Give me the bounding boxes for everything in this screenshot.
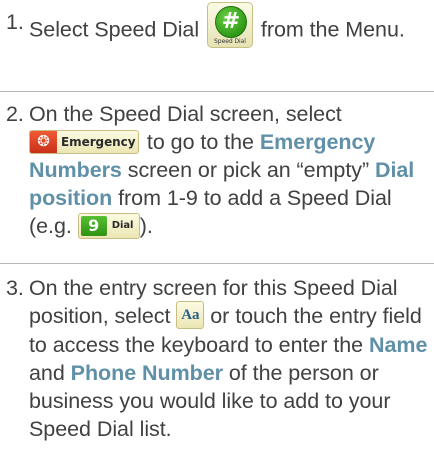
divider xyxy=(0,91,434,92)
speed-dial-icon: # Speed Dial xyxy=(206,2,253,48)
keyboard-aa-icon: Aa xyxy=(176,301,205,330)
emphasis: Name xyxy=(369,333,428,358)
step-text-segment: ). xyxy=(139,214,153,238)
step-3: 3. On the entry screen for this Speed Di… xyxy=(6,274,432,443)
emergency-icon: ❂ Emergency xyxy=(29,130,139,155)
step-text: On the Speed Dial screen, select ❂ Emerge… xyxy=(6,100,432,240)
emphasis: Phone Number xyxy=(70,361,223,386)
dial-label: Dial xyxy=(111,220,134,232)
emergency-label: Emergency xyxy=(61,135,136,150)
step-text: Select Speed Dial # Speed Dial from the M… xyxy=(6,2,432,54)
divider xyxy=(0,263,434,264)
step-text-segment: On the Speed Dial screen, select xyxy=(29,102,342,126)
step-text-segment: to go to the xyxy=(141,130,260,154)
flame-icon: ❂ xyxy=(30,131,57,154)
hash-icon: # xyxy=(214,6,247,38)
step-number: 3. xyxy=(6,276,24,300)
step-2: 2. On the Speed Dial screen, select ❂ Eme… xyxy=(6,100,432,240)
step-text-segment: screen or pick an “empty” xyxy=(121,158,375,182)
step-1: 1. Select Speed Dial # Speed Dial from th… xyxy=(6,2,432,54)
dial-number: 9 xyxy=(80,216,107,237)
dial-position-icon: 9 Dial xyxy=(77,213,140,240)
step-number: 1. xyxy=(6,10,24,34)
icon-caption: Speed Dial xyxy=(214,38,246,45)
step-text: On the entry screen for this Speed Dial … xyxy=(6,274,432,443)
step-number: 2. xyxy=(6,102,24,126)
step-text-segment: from the Menu. xyxy=(254,17,405,42)
step-text-segment: Select Speed Dial xyxy=(29,17,205,42)
step-text-segment: and xyxy=(29,361,71,386)
